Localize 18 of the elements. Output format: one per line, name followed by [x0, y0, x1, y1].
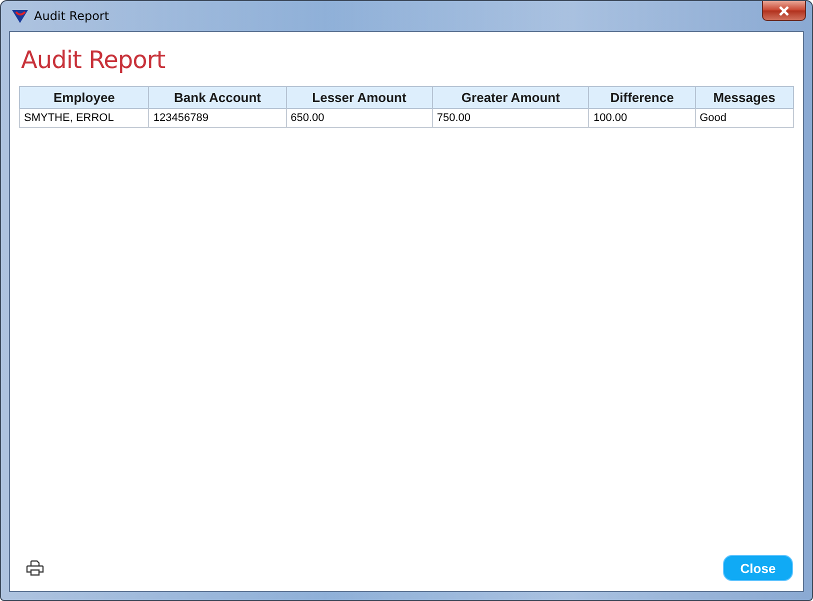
column-header: Greater Amount [432, 86, 589, 108]
table-cell: 750.00 [432, 108, 589, 128]
column-header: Lesser Amount [286, 86, 432, 108]
report-heading: Audit Report [21, 46, 166, 74]
column-header: Difference [588, 86, 696, 108]
table-cell: 650.00 [286, 108, 432, 128]
close-icon[interactable] [762, 1, 806, 21]
logo-icon [12, 9, 28, 23]
table-cell: 100.00 [588, 108, 696, 128]
print-icon[interactable] [26, 560, 44, 576]
close-button[interactable]: Close [723, 555, 793, 581]
column-header: Bank Account [148, 86, 286, 108]
column-header: Messages [695, 86, 794, 108]
table-cell: SMYTHE, ERROL [20, 108, 149, 128]
column-header: Employee [20, 86, 149, 108]
table-cell: Good [695, 108, 794, 128]
table-cell: 123456789 [148, 108, 286, 128]
window-title: Audit Report [34, 9, 110, 23]
